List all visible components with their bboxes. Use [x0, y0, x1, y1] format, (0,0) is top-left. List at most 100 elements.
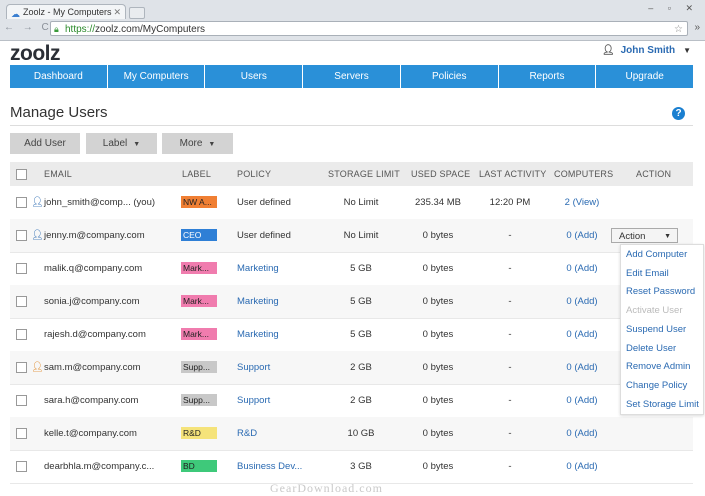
label-badge[interactable]: R&D: [181, 427, 217, 439]
table-row[interactable]: rajesh.d@company.com Mark... Marketing 5 GB…: [10, 318, 693, 352]
table-row[interactable]: kelle.t@company.com R&D R&D 10 GB 0 bytes - 0 …: [10, 417, 693, 451]
label-badge[interactable]: Supp...: [181, 394, 217, 406]
url-scheme: https://: [65, 24, 96, 35]
cell-computers-link[interactable]: 0 (Add): [550, 252, 614, 285]
menu-item-remove-admin[interactable]: Remove Admin: [626, 361, 690, 372]
action-dropdown-button[interactable]: Action ▼: [611, 228, 678, 243]
label-button[interactable]: Label ▼: [86, 133, 157, 154]
app-logo[interactable]: zoolz: [10, 42, 61, 66]
cell-used-space: 235.34 MB: [415, 197, 461, 208]
add-user-button[interactable]: Add User: [10, 133, 80, 154]
action-dropdown-menu: Add Computer Edit Email Reset Password Acti…: [620, 244, 704, 415]
cell-storage-limit: 2 GB: [350, 362, 372, 373]
table-row[interactable]: sara.h@company.com Supp... Support 2 GB 0 by…: [10, 384, 693, 418]
cell-policy[interactable]: Support: [237, 384, 270, 417]
row-checkbox[interactable]: [16, 296, 27, 307]
cell-policy[interactable]: Business Dev...: [237, 450, 302, 483]
cell-policy[interactable]: Marketing: [237, 285, 279, 318]
row-checkbox[interactable]: [16, 428, 27, 439]
header-storage-limit[interactable]: STORAGE LIMIT: [328, 162, 400, 186]
header-used-space[interactable]: USED SPACE: [411, 162, 470, 186]
label-badge[interactable]: CEO: [181, 229, 217, 241]
row-checkbox[interactable]: [16, 362, 27, 373]
cell-computers-link[interactable]: 0 (Add): [550, 318, 614, 351]
menu-item-suspend-user[interactable]: Suspend User: [626, 324, 686, 335]
cell-computers-link[interactable]: 0 (Add): [550, 450, 614, 483]
header-policy[interactable]: POLICY: [237, 162, 271, 186]
table-row[interactable]: 👤︎ jenny.m@company.com CEO User defined No L…: [10, 219, 693, 253]
label-badge[interactable]: NW A...: [181, 196, 217, 208]
row-checkbox[interactable]: [16, 461, 27, 472]
cell-policy[interactable]: Marketing: [237, 318, 279, 351]
table-header: EMAIL LABEL POLICY STORAGE LIMIT USED SP…: [10, 162, 693, 186]
table-row[interactable]: malik.q@company.com Mark... Marketing 5 GB 0…: [10, 252, 693, 286]
label-badge[interactable]: BD: [181, 460, 217, 472]
cell-last-activity: -: [508, 461, 512, 472]
table-row[interactable]: dearbhla.m@company.c... BD Business Dev...…: [10, 450, 693, 484]
browser-tab[interactable]: ☁ Zoolz - My Computers ✕: [6, 4, 126, 19]
cell-used-space: 0 bytes: [422, 230, 454, 241]
cell-policy[interactable]: R&D: [237, 417, 257, 450]
nav-my-computers[interactable]: My Computers: [108, 65, 206, 88]
nav-policies[interactable]: Policies: [401, 65, 499, 88]
address-bar[interactable]: 🔒︎ https://zoolz.com/MyComputers ☆: [50, 21, 688, 36]
nav-servers[interactable]: Servers: [303, 65, 401, 88]
row-checkbox[interactable]: [16, 395, 27, 406]
browser-nav-buttons[interactable]: ← → C: [4, 22, 52, 33]
header-action: ACTION: [636, 169, 672, 179]
cell-last-activity: -: [508, 428, 512, 439]
menu-item-set-storage-limit[interactable]: Set Storage Limit: [626, 399, 699, 410]
new-tab-button[interactable]: [129, 7, 145, 19]
header-computers[interactable]: COMPUTERS: [554, 162, 613, 186]
user-name: John Smith: [620, 45, 676, 56]
star-icon[interactable]: ☆: [674, 22, 683, 37]
cell-policy[interactable]: Support: [237, 351, 270, 384]
row-checkbox[interactable]: [16, 230, 27, 241]
cell-email: jenny.m@company.com: [44, 230, 145, 241]
menu-item-edit-email[interactable]: Edit Email: [626, 268, 669, 279]
cell-computers-link[interactable]: 2 (View): [550, 186, 614, 219]
cell-used-space: 0 bytes: [422, 362, 454, 373]
header-last-activity[interactable]: LAST ACTIVITY: [479, 162, 546, 186]
close-icon[interactable]: ✕: [113, 5, 121, 20]
menu-item-delete-user[interactable]: Delete User: [626, 343, 676, 354]
cell-policy: User defined: [237, 197, 291, 208]
cell-computers-link[interactable]: 0 (Add): [550, 285, 614, 318]
label-badge[interactable]: Mark...: [181, 295, 217, 307]
header-label[interactable]: LABEL: [182, 162, 211, 186]
more-button[interactable]: More ▼: [162, 133, 233, 154]
cell-storage-limit: No Limit: [343, 197, 379, 208]
menu-item-reset-password[interactable]: Reset Password: [626, 286, 695, 297]
label-badge[interactable]: Supp...: [181, 361, 217, 373]
cell-email: sam.m@company.com: [44, 362, 141, 373]
cell-computers-link[interactable]: 0 (Add): [550, 384, 614, 417]
window-controls[interactable]: – ▫ ✕: [648, 3, 699, 14]
cell-policy[interactable]: Marketing: [237, 252, 279, 285]
cell-used-space: 0 bytes: [422, 428, 454, 439]
menu-item-change-policy[interactable]: Change Policy: [626, 380, 687, 391]
row-checkbox[interactable]: [16, 263, 27, 274]
cell-storage-limit: 2 GB: [350, 395, 372, 406]
row-checkbox[interactable]: [16, 197, 27, 208]
nav-dashboard[interactable]: Dashboard: [10, 65, 108, 88]
nav-reports[interactable]: Reports: [499, 65, 597, 88]
select-all-checkbox[interactable]: [16, 169, 27, 180]
cell-computers-link[interactable]: 0 (Add): [550, 219, 614, 252]
label-badge[interactable]: Mark...: [181, 262, 217, 274]
label-badge[interactable]: Mark...: [181, 328, 217, 340]
nav-users[interactable]: Users: [205, 65, 304, 88]
cell-computers-link[interactable]: 0 (Add): [550, 351, 614, 384]
user-menu[interactable]: 👤︎ John Smith ▼: [602, 45, 691, 56]
menu-item-add-computer[interactable]: Add Computer: [626, 249, 687, 260]
row-checkbox[interactable]: [16, 329, 27, 340]
table-row[interactable]: 👤︎ john_smith@comp... (you) NW A... User de…: [10, 186, 693, 220]
nav-upgrade[interactable]: Upgrade: [596, 65, 693, 88]
header-email[interactable]: EMAIL: [44, 162, 72, 186]
browser-menu-icon[interactable]: »: [694, 22, 700, 33]
cell-computers-link[interactable]: 0 (Add): [550, 417, 614, 450]
table-row[interactable]: 👤︎ sam.m@company.com Supp... Support 2 GB 0 b…: [10, 351, 693, 385]
cell-email: dearbhla.m@company.c...: [44, 461, 155, 472]
help-icon[interactable]: ?: [672, 107, 685, 120]
table-row[interactable]: sonia.j@company.com Mark... Marketing 5 GB 0…: [10, 285, 693, 319]
chevron-down-icon: ▼: [133, 141, 141, 148]
